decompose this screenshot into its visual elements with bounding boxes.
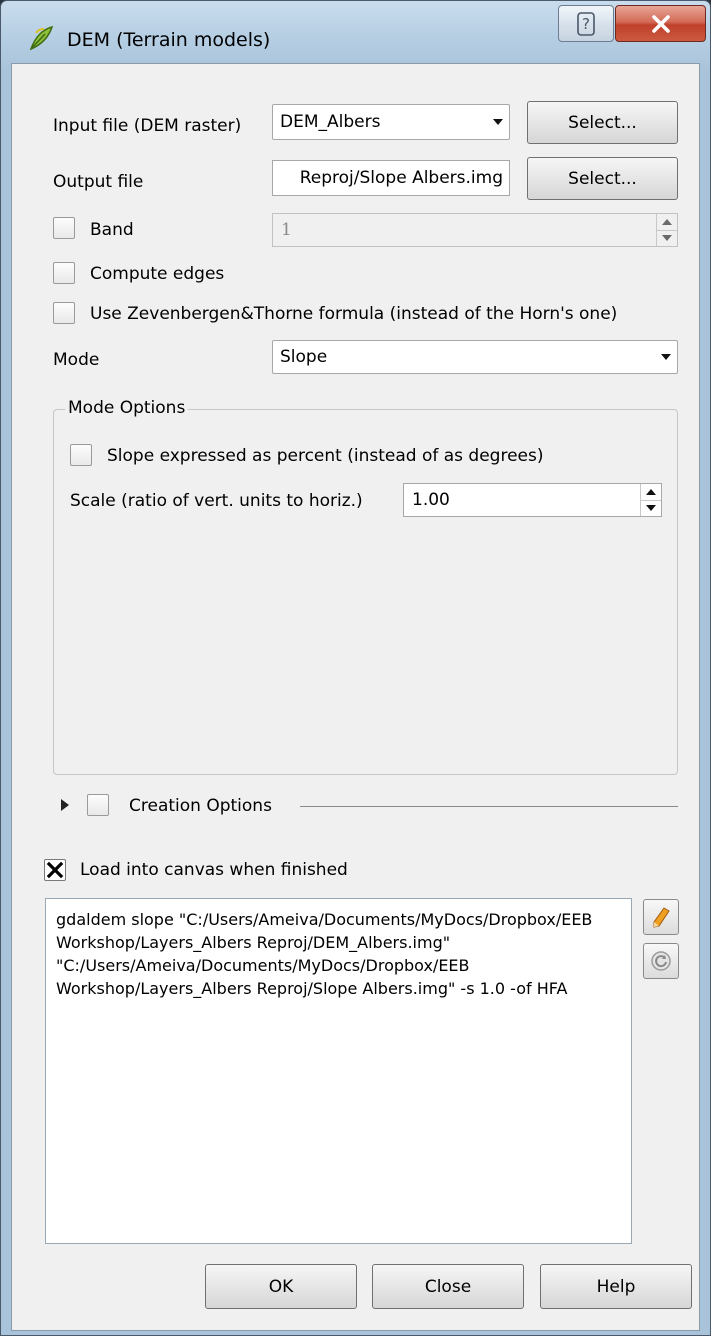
checkmark-icon: [46, 861, 64, 879]
scale-value: 1.00: [412, 490, 450, 510]
expand-arrow-icon[interactable]: [60, 798, 70, 812]
chevron-down-icon[interactable]: [657, 229, 677, 247]
output-file-value: Reproj/Slope Albers.img: [299, 168, 503, 188]
titlebar-help-button[interactable]: ?: [558, 5, 614, 42]
close-icon: [651, 14, 670, 33]
compute-edges-label: Compute edges: [90, 264, 225, 284]
edit-command-button[interactable]: [643, 899, 679, 935]
chevron-down-icon: [655, 341, 677, 373]
chevron-up-icon[interactable]: [657, 214, 677, 230]
band-stepper[interactable]: [656, 214, 677, 246]
output-select-button[interactable]: Select...: [527, 157, 678, 200]
zevenbergen-thorne-checkbox[interactable]: [53, 302, 75, 324]
creation-options-checkbox[interactable]: [87, 794, 109, 816]
chevron-down-icon: [487, 105, 509, 139]
scale-spinbox[interactable]: 1.00: [403, 483, 662, 517]
input-file-combo[interactable]: DEM_Albers: [272, 104, 510, 140]
reset-command-button[interactable]: [643, 943, 679, 979]
slope-percent-checkbox[interactable]: [70, 444, 92, 466]
load-canvas-checkbox[interactable]: [44, 859, 66, 881]
titlebar-close-button[interactable]: [615, 5, 706, 42]
chevron-up-icon[interactable]: [641, 484, 661, 500]
dialog-body: Input file (DEM raster) DEM_Albers Selec…: [11, 63, 700, 1331]
input-file-value: DEM_Albers: [280, 112, 381, 132]
command-textarea[interactable]: gdaldem slope "C:/Users/Ameiva/Documents…: [45, 898, 632, 1244]
slope-percent-label: Slope expressed as percent (instead of a…: [107, 446, 544, 466]
reset-icon: [651, 951, 671, 971]
compute-edges-checkbox[interactable]: [53, 262, 75, 284]
mode-value: Slope: [280, 347, 328, 367]
ok-button[interactable]: OK: [205, 1264, 357, 1309]
band-spinbox[interactable]: 1: [272, 213, 678, 247]
zevenbergen-thorne-label: Use Zevenbergen&Thorne formula (instead …: [90, 304, 618, 324]
scale-label: Scale (ratio of vert. units to horiz.): [70, 491, 363, 511]
band-checkbox[interactable]: [53, 217, 75, 239]
input-file-label: Input file (DEM raster): [53, 116, 242, 136]
title-bar[interactable]: DEM (Terrain models) ?: [1, 1, 710, 63]
mode-label: Mode: [53, 350, 100, 370]
window-title: DEM (Terrain models): [67, 29, 271, 51]
output-file-label: Output file: [53, 172, 144, 192]
svg-text:?: ?: [582, 15, 590, 33]
creation-options-divider: [300, 806, 678, 807]
scale-stepper[interactable]: [640, 484, 661, 516]
chevron-down-icon[interactable]: [641, 499, 661, 517]
qgis-leaf-icon: [29, 25, 54, 51]
dialog-window: DEM (Terrain models) ? Input file (DEM r…: [0, 0, 711, 1336]
input-select-button[interactable]: Select...: [527, 101, 678, 144]
close-button[interactable]: Close: [372, 1264, 524, 1309]
load-canvas-label: Load into canvas when finished: [80, 860, 348, 880]
help-icon: ?: [577, 11, 595, 36]
help-button[interactable]: Help: [540, 1264, 692, 1309]
mode-options-legend: Mode Options: [65, 398, 189, 418]
creation-options-label: Creation Options: [129, 796, 272, 816]
mode-combo[interactable]: Slope: [272, 340, 678, 374]
pencil-icon: [653, 907, 670, 928]
band-label: Band: [90, 220, 134, 240]
band-value: 1: [281, 220, 292, 240]
output-file-field[interactable]: Reproj/Slope Albers.img: [272, 160, 510, 196]
